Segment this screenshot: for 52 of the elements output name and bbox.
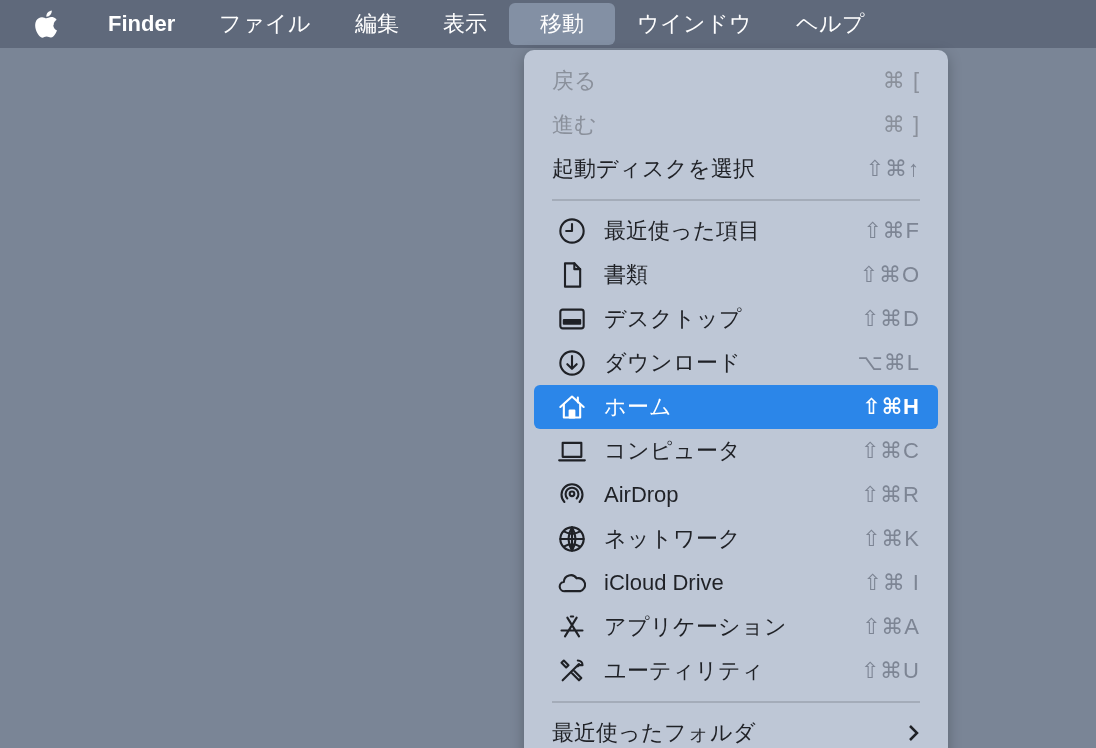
menu-item-label: 戻る bbox=[552, 67, 598, 95]
menu-item-label: 起動ディスクを選択 bbox=[552, 155, 756, 183]
menu-bar-item[interactable]: ウインドウ bbox=[615, 3, 775, 45]
menu-item[interactable]: 最近使ったフォルダ bbox=[534, 711, 938, 748]
keyboard-shortcut: ⇧⌘K bbox=[861, 526, 920, 552]
menu-item-label: 最近使ったフォルダ bbox=[552, 719, 757, 747]
menu-item-label: ネットワーク bbox=[604, 525, 742, 553]
keyboard-shortcut: ⇧⌘ I bbox=[863, 570, 920, 596]
menu-bar-item[interactable]: 編集 bbox=[333, 3, 422, 45]
menu-item-label: 最近使った項目 bbox=[604, 217, 761, 245]
menu-item[interactable]: デスクトップ ⇧⌘D bbox=[534, 297, 938, 341]
menu-item[interactable]: ホーム ⇧⌘H bbox=[534, 385, 938, 429]
menu-item[interactable]: ネットワーク ⇧⌘K bbox=[534, 517, 938, 561]
menu-bar-item[interactable]: 表示 bbox=[421, 3, 510, 45]
keyboard-shortcut: ⇧⌘C bbox=[860, 438, 920, 464]
menu-item-label: AirDrop bbox=[604, 482, 680, 508]
menu-item-label: コンピュータ bbox=[604, 437, 742, 465]
menu-item[interactable]: 最近使った項目 ⇧⌘F bbox=[534, 209, 938, 253]
menu-item-label: 書類 bbox=[604, 261, 649, 289]
keyboard-shortcut: ⌘ [ bbox=[882, 68, 920, 94]
home-icon bbox=[558, 393, 586, 421]
clock-icon bbox=[558, 217, 586, 245]
globe-icon bbox=[558, 525, 586, 553]
menu-item-label: iCloud Drive bbox=[604, 570, 725, 596]
keyboard-shortcut: ⌘ ] bbox=[882, 112, 920, 138]
keyboard-shortcut: ⇧⌘U bbox=[860, 658, 920, 684]
download-icon bbox=[558, 349, 586, 377]
keyboard-shortcut: ⇧⌘A bbox=[861, 614, 920, 640]
menu-item[interactable]: ユーティリティ ⇧⌘U bbox=[534, 649, 938, 693]
menu-item-label: ホーム bbox=[604, 393, 673, 421]
menu-bar-item[interactable]: ヘルプ bbox=[774, 3, 888, 45]
keyboard-shortcut: ⇧⌘R bbox=[860, 482, 920, 508]
keyboard-shortcut: ⇧⌘↑ bbox=[865, 156, 920, 182]
menu-item[interactable]: ダウンロード ⌥⌘L bbox=[534, 341, 938, 385]
keyboard-shortcut: ⇧⌘H bbox=[862, 394, 920, 420]
menu-item[interactable]: アプリケーション ⇧⌘A bbox=[534, 605, 938, 649]
keyboard-shortcut: ⇧⌘D bbox=[860, 306, 920, 332]
keyboard-shortcut: ⇧⌘O bbox=[859, 262, 920, 288]
menu-item[interactable]: AirDrop ⇧⌘R bbox=[534, 473, 938, 517]
menu-bar-item[interactable]: Finder bbox=[86, 5, 198, 43]
menu-item[interactable]: iCloud Drive ⇧⌘ I bbox=[534, 561, 938, 605]
menu-item-label: ユーティリティ bbox=[604, 657, 765, 685]
menu-item-label: 進む bbox=[552, 111, 598, 139]
menu-item-label: デスクトップ bbox=[604, 305, 743, 333]
menu-item-label: アプリケーション bbox=[604, 613, 788, 641]
menu-item[interactable]: コンピュータ ⇧⌘C bbox=[534, 429, 938, 473]
keyboard-shortcut: ⇧⌘F bbox=[863, 218, 920, 244]
menu-item[interactable]: 書類 ⇧⌘O bbox=[534, 253, 938, 297]
keyboard-shortcut: ⌥⌘L bbox=[857, 350, 920, 376]
menu-item[interactable]: 起動ディスクを選択 ⇧⌘↑ bbox=[534, 147, 938, 191]
menu-item-label: ダウンロード bbox=[604, 349, 742, 377]
menu-bar-item[interactable]: ファイル bbox=[197, 3, 334, 45]
